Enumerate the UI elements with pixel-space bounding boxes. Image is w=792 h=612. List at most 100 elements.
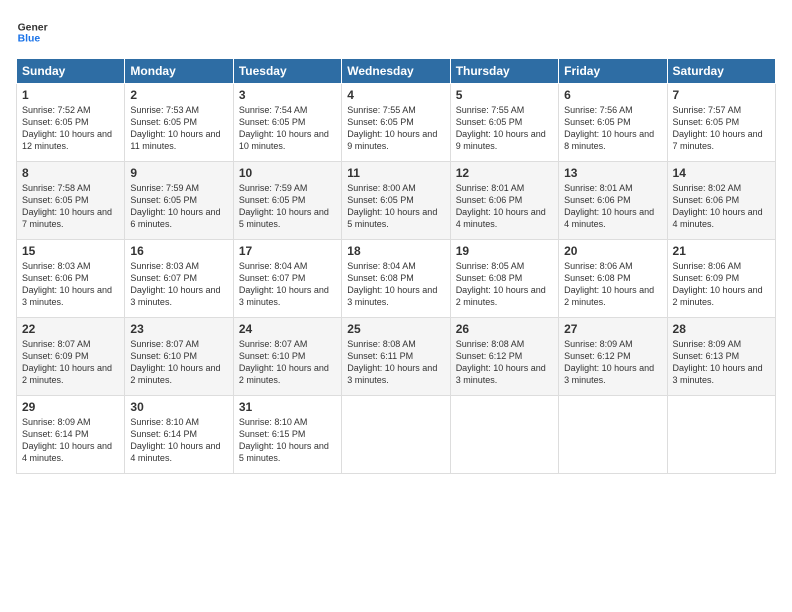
day-info: Sunrise: 7:57 AMSunset: 6:05 PMDaylight:… [673, 104, 770, 153]
calendar-cell: 25 Sunrise: 8:08 AMSunset: 6:11 PMDayligh… [342, 318, 450, 396]
day-number: 29 [22, 400, 119, 414]
calendar-cell: 22 Sunrise: 8:07 AMSunset: 6:09 PMDayligh… [17, 318, 125, 396]
calendar-week-1: 1 Sunrise: 7:52 AMSunset: 6:05 PMDaylight… [17, 84, 776, 162]
day-number: 30 [130, 400, 227, 414]
calendar-cell: 23Sunrise: 8:07 AMSunset: 6:10 PMDayligh… [125, 318, 233, 396]
day-info: Sunrise: 8:06 AMSunset: 6:09 PMDaylight:… [673, 260, 770, 309]
calendar-cell: 19 Sunrise: 8:05 AMSunset: 6:08 PMDayligh… [450, 240, 558, 318]
day-info: Sunrise: 8:07 AMSunset: 6:10 PMDaylight:… [239, 338, 336, 387]
day-info: Sunrise: 8:09 AMSunset: 6:13 PMDaylight:… [673, 338, 770, 387]
day-info: Sunrise: 8:10 AMSunset: 6:14 PMDaylight:… [130, 416, 227, 465]
day-number: 11 [347, 166, 444, 180]
day-number: 19 [456, 244, 553, 258]
day-number: 24 [239, 322, 336, 336]
day-number: 6 [564, 88, 661, 102]
day-info: Sunrise: 8:02 AMSunset: 6:06 PMDaylight:… [673, 182, 770, 231]
calendar-cell: 30 Sunrise: 8:10 AMSunset: 6:14 PMDayligh… [125, 396, 233, 474]
calendar-cell: 13 Sunrise: 8:01 AMSunset: 6:06 PMDayligh… [559, 162, 667, 240]
day-number: 26 [456, 322, 553, 336]
calendar-cell: 6 Sunrise: 7:56 AMSunset: 6:05 PMDaylight… [559, 84, 667, 162]
calendar-cell: 18 Sunrise: 8:04 AMSunset: 6:08 PMDayligh… [342, 240, 450, 318]
day-number: 21 [673, 244, 770, 258]
day-info: Sunrise: 8:08 AMSunset: 6:11 PMDaylight:… [347, 338, 444, 387]
calendar-cell: 21 Sunrise: 8:06 AMSunset: 6:09 PMDayligh… [667, 240, 775, 318]
day-info: Sunrise: 8:07 AMSunset: 6:09 PMDaylight:… [22, 338, 119, 387]
calendar-cell: 17Sunrise: 8:04 AMSunset: 6:07 PMDayligh… [233, 240, 341, 318]
day-info: Sunrise: 7:58 AMSunset: 6:05 PMDaylight:… [22, 182, 119, 231]
calendar-cell: 4 Sunrise: 7:55 AMSunset: 6:05 PMDaylight… [342, 84, 450, 162]
day-number: 9 [130, 166, 227, 180]
day-number: 12 [456, 166, 553, 180]
day-info: Sunrise: 8:09 AMSunset: 6:14 PMDaylight:… [22, 416, 119, 465]
calendar-cell: 31 Sunrise: 8:10 AMSunset: 6:15 PMDayligh… [233, 396, 341, 474]
day-info: Sunrise: 7:59 AMSunset: 6:05 PMDaylight:… [130, 182, 227, 231]
page-header: General Blue [16, 16, 776, 48]
day-number: 14 [673, 166, 770, 180]
calendar-cell: 3 Sunrise: 7:54 AMSunset: 6:05 PMDaylight… [233, 84, 341, 162]
day-number: 27 [564, 322, 661, 336]
calendar-table: SundayMondayTuesdayWednesdayThursdayFrid… [16, 58, 776, 474]
day-info: Sunrise: 7:56 AMSunset: 6:05 PMDaylight:… [564, 104, 661, 153]
calendar-header-row: SundayMondayTuesdayWednesdayThursdayFrid… [17, 59, 776, 84]
day-number: 13 [564, 166, 661, 180]
day-info: Sunrise: 8:08 AMSunset: 6:12 PMDaylight:… [456, 338, 553, 387]
day-info: Sunrise: 8:00 AMSunset: 6:05 PMDaylight:… [347, 182, 444, 231]
calendar-body: 1 Sunrise: 7:52 AMSunset: 6:05 PMDaylight… [17, 84, 776, 474]
day-info: Sunrise: 8:10 AMSunset: 6:15 PMDaylight:… [239, 416, 336, 465]
day-info: Sunrise: 8:01 AMSunset: 6:06 PMDaylight:… [564, 182, 661, 231]
day-info: Sunrise: 7:53 AMSunset: 6:05 PMDaylight:… [130, 104, 227, 153]
day-number: 18 [347, 244, 444, 258]
day-number: 1 [22, 88, 119, 102]
day-info: Sunrise: 7:55 AMSunset: 6:05 PMDaylight:… [456, 104, 553, 153]
day-number: 28 [673, 322, 770, 336]
calendar-cell: 7 Sunrise: 7:57 AMSunset: 6:05 PMDaylight… [667, 84, 775, 162]
day-number: 23 [130, 322, 227, 336]
calendar-cell: 8 Sunrise: 7:58 AMSunset: 6:05 PMDaylight… [17, 162, 125, 240]
day-info: Sunrise: 8:01 AMSunset: 6:06 PMDaylight:… [456, 182, 553, 231]
day-number: 2 [130, 88, 227, 102]
day-number: 10 [239, 166, 336, 180]
day-number: 16 [130, 244, 227, 258]
calendar-week-5: 29 Sunrise: 8:09 AMSunset: 6:14 PMDayligh… [17, 396, 776, 474]
calendar-cell [559, 396, 667, 474]
day-number: 15 [22, 244, 119, 258]
calendar-header-wednesday: Wednesday [342, 59, 450, 84]
day-info: Sunrise: 8:05 AMSunset: 6:08 PMDaylight:… [456, 260, 553, 309]
day-info: Sunrise: 8:06 AMSunset: 6:08 PMDaylight:… [564, 260, 661, 309]
day-number: 4 [347, 88, 444, 102]
day-number: 3 [239, 88, 336, 102]
day-number: 22 [22, 322, 119, 336]
calendar-cell: 24 Sunrise: 8:07 AMSunset: 6:10 PMDayligh… [233, 318, 341, 396]
day-info: Sunrise: 7:52 AMSunset: 6:05 PMDaylight:… [22, 104, 119, 153]
calendar-cell: 20 Sunrise: 8:06 AMSunset: 6:08 PMDayligh… [559, 240, 667, 318]
day-number: 5 [456, 88, 553, 102]
day-number: 20 [564, 244, 661, 258]
svg-text:General: General [18, 22, 48, 33]
calendar-cell: 10 Sunrise: 7:59 AMSunset: 6:05 PMDayligh… [233, 162, 341, 240]
calendar-cell: 1 Sunrise: 7:52 AMSunset: 6:05 PMDaylight… [17, 84, 125, 162]
calendar-cell: 12 Sunrise: 8:01 AMSunset: 6:06 PMDayligh… [450, 162, 558, 240]
day-info: Sunrise: 7:59 AMSunset: 6:05 PMDaylight:… [239, 182, 336, 231]
day-info: Sunrise: 7:55 AMSunset: 6:05 PMDaylight:… [347, 104, 444, 153]
calendar-cell: 29 Sunrise: 8:09 AMSunset: 6:14 PMDayligh… [17, 396, 125, 474]
day-number: 25 [347, 322, 444, 336]
calendar-header-friday: Friday [559, 59, 667, 84]
day-info: Sunrise: 8:04 AMSunset: 6:08 PMDaylight:… [347, 260, 444, 309]
calendar-cell: 2 Sunrise: 7:53 AMSunset: 6:05 PMDaylight… [125, 84, 233, 162]
calendar-cell: 26 Sunrise: 8:08 AMSunset: 6:12 PMDayligh… [450, 318, 558, 396]
calendar-cell: 15Sunrise: 8:03 AMSunset: 6:06 PMDayligh… [17, 240, 125, 318]
calendar-header-monday: Monday [125, 59, 233, 84]
day-number: 31 [239, 400, 336, 414]
calendar-cell: 5 Sunrise: 7:55 AMSunset: 6:05 PMDaylight… [450, 84, 558, 162]
day-number: 8 [22, 166, 119, 180]
calendar-week-4: 22 Sunrise: 8:07 AMSunset: 6:09 PMDayligh… [17, 318, 776, 396]
calendar-week-2: 8 Sunrise: 7:58 AMSunset: 6:05 PMDaylight… [17, 162, 776, 240]
day-info: Sunrise: 8:04 AMSunset: 6:07 PMDaylight:… [239, 260, 336, 309]
day-number: 7 [673, 88, 770, 102]
calendar-cell [667, 396, 775, 474]
calendar-cell [342, 396, 450, 474]
calendar-header-sunday: Sunday [17, 59, 125, 84]
day-info: Sunrise: 8:09 AMSunset: 6:12 PMDaylight:… [564, 338, 661, 387]
calendar-week-3: 15Sunrise: 8:03 AMSunset: 6:06 PMDayligh… [17, 240, 776, 318]
day-info: Sunrise: 7:54 AMSunset: 6:05 PMDaylight:… [239, 104, 336, 153]
